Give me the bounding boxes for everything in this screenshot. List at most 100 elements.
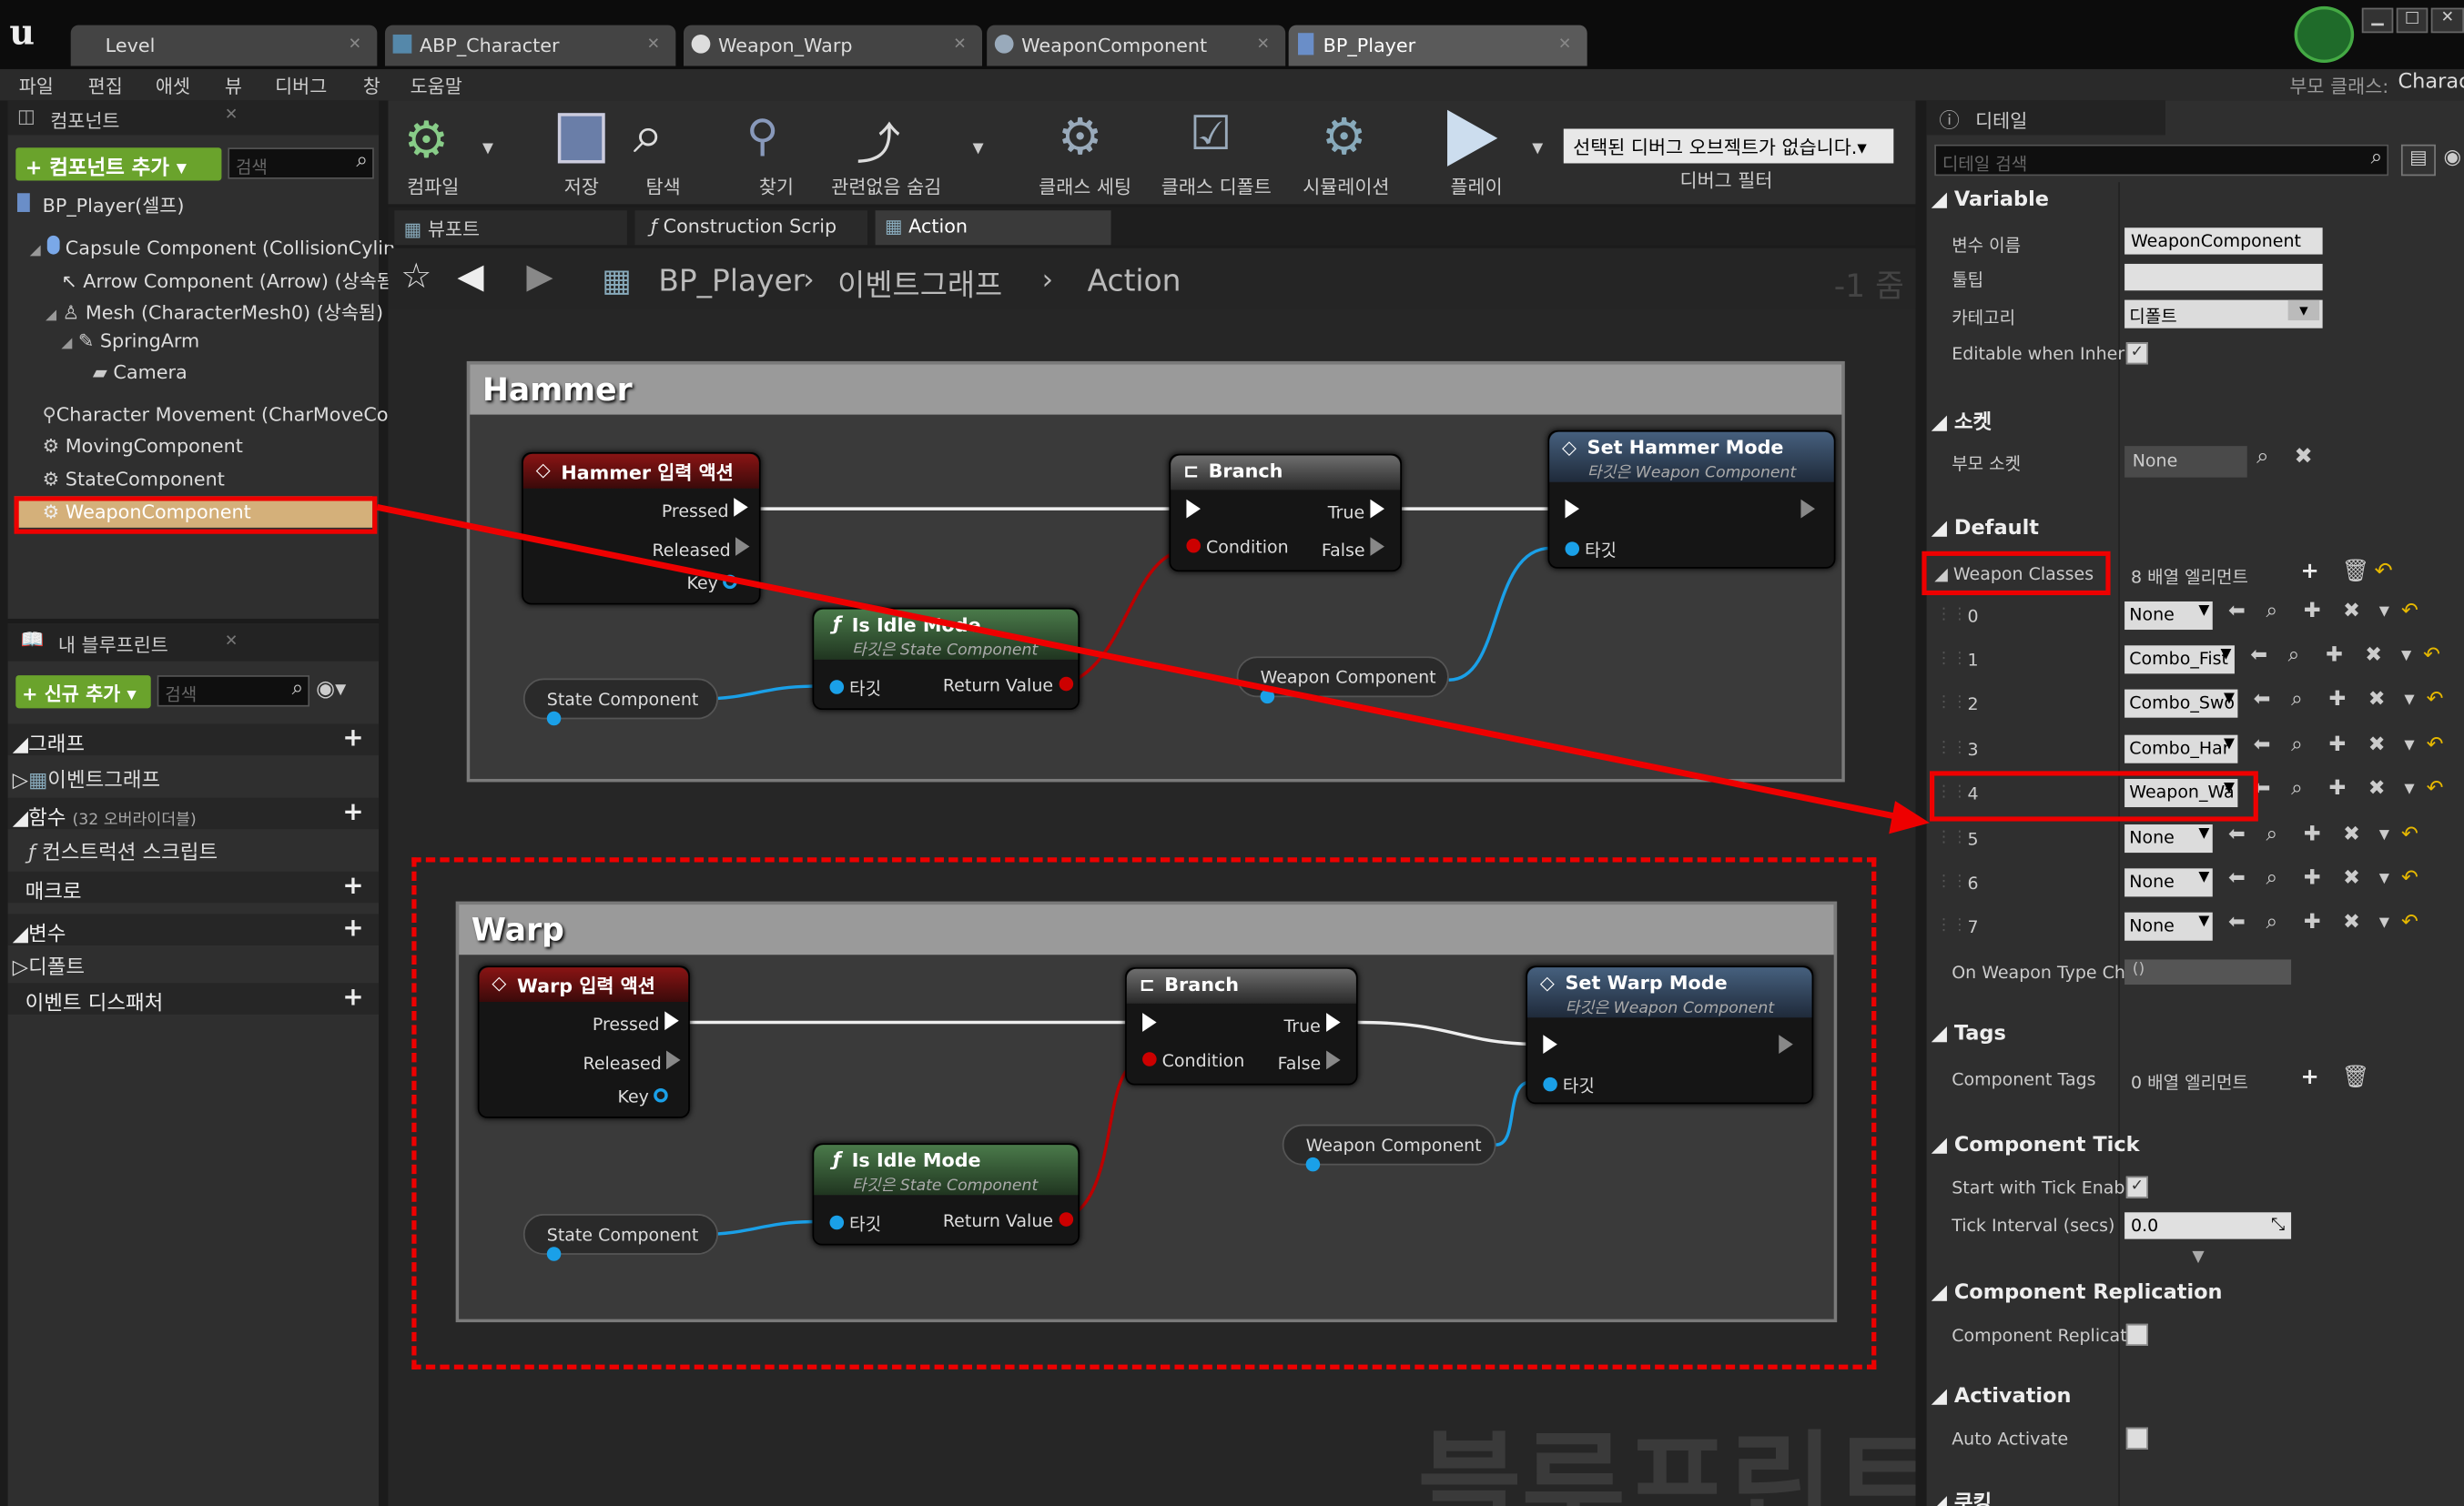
favorite-star-icon[interactable]: ☆ — [401, 258, 431, 297]
activation-section[interactable]: ◢ Activation — [1932, 1385, 2072, 1409]
reset-icon[interactable]: ↶ — [2401, 823, 2418, 846]
blueprint-search-input[interactable]: 검색 ⌕ — [157, 675, 310, 707]
tree-item-arrow[interactable]: ↖ Arrow Component (Arrow) (상속됨 — [61, 267, 393, 293]
pin-false[interactable]: False — [1322, 537, 1385, 561]
weapon-class-dropdown[interactable]: Combo_Fist ▼ — [2124, 645, 2235, 674]
add-component-button[interactable]: + 컴포넌트 추가 ▾ — [15, 147, 222, 181]
menu-debug[interactable]: 디버그 — [275, 72, 327, 98]
pin-exec-in[interactable] — [1186, 499, 1201, 523]
menu-view[interactable]: 뷰 — [225, 72, 242, 98]
advanced-expand-icon[interactable]: ▼ — [2192, 1248, 2204, 1266]
graph-canvas[interactable]: 블루프린트 Hammer Warp ◇ Hammer 입력 액션 Pressed … — [388, 308, 1916, 1506]
component-root[interactable]: BP_Player(셀프) — [16, 192, 184, 218]
start-tick-checkbox[interactable]: ✓ — [2125, 1176, 2148, 1198]
menu-file[interactable]: 파일 — [19, 72, 54, 98]
tree-item-camera[interactable]: ▰ Camera — [93, 361, 188, 383]
clear-icon[interactable]: ✖ — [2343, 911, 2360, 935]
tree-item-mesh[interactable]: ◢ ♙ Mesh (CharacterMesh0) (상속됨) — [46, 298, 383, 325]
add-icon[interactable]: ✚ — [2329, 777, 2347, 801]
tab-action[interactable]: ▦ Action — [875, 210, 1111, 246]
default-section[interactable]: ◢ Default — [1932, 517, 2039, 541]
simulation-button[interactable]: ⚙ 시뮬레이션 — [1300, 104, 1410, 201]
tab-viewport[interactable]: ▦ 뷰포트 — [394, 210, 627, 246]
chevron-down-icon[interactable]: ▾ — [2404, 777, 2414, 801]
add-element-icon[interactable]: + — [2300, 559, 2318, 584]
search-icon[interactable]: ⌕ — [2288, 644, 2300, 668]
chevron-down-icon[interactable]: ▾ — [2379, 911, 2389, 935]
search-icon[interactable]: ⌕ — [2266, 823, 2277, 846]
pin-return-value[interactable]: Return Value — [943, 675, 1073, 696]
drag-handle-icon[interactable]: ⋮⋮ — [1936, 650, 1968, 667]
property-matrix-icon[interactable]: ▤ — [2400, 144, 2436, 177]
menu-edit[interactable]: 편집 — [88, 72, 123, 98]
tab-abp-character[interactable]: ABP_Character ✕ — [384, 25, 676, 66]
browse-back-icon[interactable]: ⬅ — [2228, 823, 2246, 846]
back-arrow-icon[interactable]: ◀ — [457, 258, 483, 297]
weapon-class-dropdown[interactable]: None ▼ — [2124, 912, 2213, 941]
pin-key[interactable]: Key — [686, 573, 738, 593]
construction-script-item[interactable]: ƒ 컨스트럭션 스크립트 — [28, 835, 218, 865]
component-tick-section[interactable]: ◢ Component Tick — [1932, 1134, 2140, 1157]
weapon-class-dropdown[interactable]: Combo_Har ▼ — [2124, 734, 2238, 763]
add-new-button[interactable]: + 신규 추가 ▾ — [15, 675, 151, 709]
source-control-icon[interactable] — [2294, 5, 2355, 64]
play-button[interactable]: ▼ 플레이 — [1432, 104, 1543, 201]
search-icon[interactable]: ⌕ — [2256, 444, 2269, 470]
unreal-logo-icon[interactable]: u — [9, 13, 35, 54]
trash-icon[interactable]: 🗑 — [2341, 559, 2369, 584]
clear-icon[interactable]: ✖ — [2365, 644, 2382, 668]
browse-back-icon[interactable]: ⬅ — [2228, 600, 2246, 623]
expand-arrow-icon[interactable]: ◢ — [46, 308, 56, 323]
compile-button[interactable]: ⚙ ▼ 컴파일 — [394, 104, 493, 201]
tags-section[interactable]: ◢ Tags — [1932, 1022, 2006, 1046]
close-window-icon[interactable]: ✕ — [2430, 7, 2464, 34]
browse-back-icon[interactable]: ⬅ — [2254, 733, 2271, 757]
reset-icon[interactable]: ↶ — [2401, 911, 2418, 935]
drag-handle-icon[interactable]: ⋮⋮ — [1936, 917, 1968, 935]
tab-level[interactable]: Level ✕ — [70, 25, 378, 66]
add-icon[interactable]: ✚ — [2329, 688, 2347, 712]
close-icon[interactable]: ✕ — [1256, 36, 1269, 54]
chevron-down-icon[interactable]: ▾ — [2404, 688, 2414, 712]
node-hammer-is-idle[interactable]: ƒ Is Idle Mode 타깃은 State Component 타깃 Retu… — [812, 607, 1080, 711]
add-icon[interactable]: ✚ — [2329, 733, 2347, 757]
find-button[interactable]: ⚲ 찾기 — [737, 104, 809, 201]
close-icon[interactable]: ✕ — [225, 632, 238, 650]
debug-object-select[interactable]: 선택된 디버그 오브젝트가 없습니다.▾ — [1563, 128, 1894, 164]
chevron-down-icon[interactable]: ▾ — [2401, 644, 2411, 668]
tree-item-capsule[interactable]: ◢ Capsule Component (CollisionCylin — [30, 235, 395, 259]
replication-section[interactable]: ◢ Component Replication — [1932, 1281, 2223, 1305]
tick-interval-input[interactable]: 0.0 ⤡ — [2124, 1212, 2292, 1239]
close-icon[interactable]: ✕ — [647, 36, 660, 54]
clear-icon[interactable]: ✖ — [2295, 444, 2313, 470]
add-icon[interactable]: ✚ — [2304, 823, 2321, 846]
breadcrumb-root[interactable]: BP_Player — [658, 264, 805, 298]
reset-icon[interactable]: ↶ — [2427, 688, 2444, 712]
maximize-icon[interactable]: □ — [2396, 7, 2429, 34]
pin-true[interactable]: True — [1328, 499, 1384, 523]
view-options-icon[interactable]: ◉▾ — [316, 677, 346, 702]
chevron-down-icon[interactable]: ▾ — [2379, 600, 2389, 623]
browse-back-icon[interactable]: ⬅ — [2254, 688, 2271, 712]
clear-icon[interactable]: ✖ — [2343, 867, 2360, 891]
class-settings-button[interactable]: ⚙ 클래스 세팅 — [1032, 104, 1142, 201]
parent-socket-field[interactable]: None — [2124, 446, 2247, 478]
add-variable-icon[interactable]: + — [342, 913, 363, 943]
trash-icon[interactable]: 🗑 — [2341, 1065, 2369, 1090]
parent-class-link[interactable]: Charac — [2398, 71, 2464, 95]
default-category-item[interactable]: ▷디폴트 — [13, 950, 85, 980]
expand-arrow-icon[interactable]: ◢ — [61, 336, 72, 351]
browse-back-icon[interactable]: ⬅ — [2228, 867, 2246, 891]
clear-icon[interactable]: ✖ — [2368, 688, 2386, 712]
node-set-hammer-mode[interactable]: ◇ Set Hammer Mode 타깃은 Weapon Component 타깃 — [1547, 430, 1836, 569]
add-icon[interactable]: ✚ — [2304, 867, 2321, 891]
save-button[interactable]: 저장 — [545, 104, 617, 201]
weapon-class-dropdown[interactable]: None ▼ — [2124, 824, 2213, 854]
editable-inherit-checkbox[interactable]: ✓ — [2125, 342, 2148, 365]
tree-item-character-movement[interactable]: ⚲Character Movement (CharMoveCo — [43, 404, 389, 426]
drag-handle-icon[interactable]: ⋮⋮ — [1936, 874, 1968, 891]
search-icon[interactable]: ⌕ — [2266, 867, 2277, 891]
add-macro-icon[interactable]: + — [342, 870, 363, 900]
close-icon[interactable]: ✕ — [349, 36, 361, 54]
replicates-checkbox[interactable] — [2125, 1323, 2148, 1346]
